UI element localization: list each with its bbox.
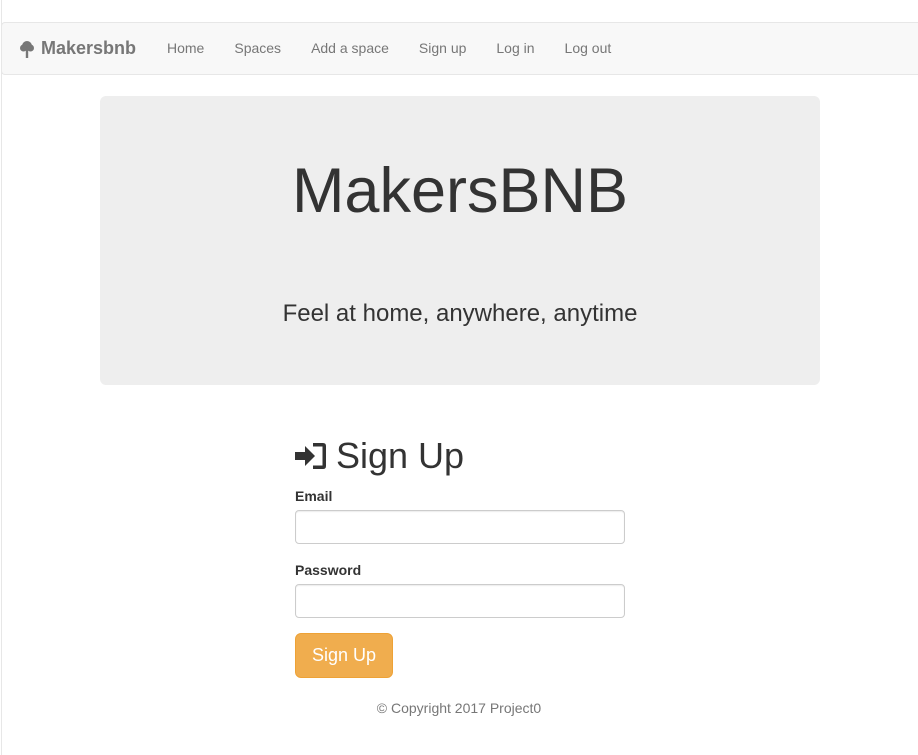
sign-in-icon bbox=[295, 443, 326, 469]
navbar: Makersbnb Home Spaces Add a space Sign u… bbox=[1, 22, 918, 75]
password-label: Password bbox=[295, 562, 362, 578]
nav-link-log-out[interactable]: Log out bbox=[550, 23, 627, 74]
footer: © Copyright 2017 Project0 bbox=[0, 700, 918, 716]
email-label: Email bbox=[295, 488, 333, 504]
brand-link[interactable]: Makersbnb bbox=[19, 23, 136, 74]
nav-item-log-out: Log out bbox=[550, 23, 627, 74]
nav-item-add-space: Add a space bbox=[296, 23, 404, 74]
hero-title: MakersBNB bbox=[291, 156, 629, 226]
nav-link-home[interactable]: Home bbox=[152, 23, 219, 74]
nav-link-spaces[interactable]: Spaces bbox=[219, 23, 296, 74]
signup-heading: Sign Up bbox=[295, 430, 625, 482]
nav-link-add-space[interactable]: Add a space bbox=[296, 23, 404, 74]
copyright-text: © Copyright 2017 Project0 bbox=[376, 700, 542, 716]
tree-icon bbox=[20, 40, 34, 58]
nav-links: Home Spaces Add a space Sign up Log in L… bbox=[152, 23, 626, 74]
signup-heading-text: Sign Up bbox=[336, 435, 465, 476]
nav-link-log-in[interactable]: Log in bbox=[481, 23, 549, 74]
nav-item-home: Home bbox=[152, 23, 219, 74]
signup-form: Sign Up Email Password Sign Up bbox=[295, 430, 625, 678]
hero-tagline: Feel at home, anywhere, anytime bbox=[282, 300, 638, 327]
brand-label: Makersbnb bbox=[41, 38, 137, 58]
nav-item-sign-up: Sign up bbox=[404, 23, 481, 74]
nav-link-sign-up[interactable]: Sign up bbox=[404, 23, 481, 74]
email-field[interactable] bbox=[295, 510, 625, 544]
nav-item-spaces: Spaces bbox=[219, 23, 296, 74]
sign-up-button[interactable]: Sign Up bbox=[295, 633, 393, 678]
nav-item-log-in: Log in bbox=[481, 23, 549, 74]
password-field[interactable] bbox=[295, 584, 625, 618]
hero-jumbotron: MakersBNB Feel at home, anywhere, anytim… bbox=[100, 96, 820, 385]
